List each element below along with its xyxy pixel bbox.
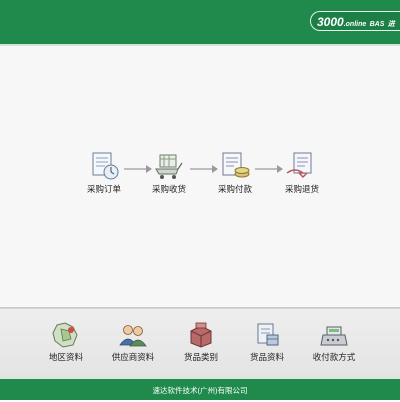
payment-method-icon	[320, 326, 348, 346]
toolbar-label: 供应商资料	[111, 352, 155, 362]
flow-label: 采购收货	[151, 184, 186, 194]
flow-label: 采购订单	[86, 184, 121, 194]
goods-data-icon	[257, 323, 279, 346]
toolbar-region-data[interactable]: 地区资料	[31, 321, 101, 363]
toolbar-payment-method[interactable]: 收付款方式	[299, 321, 369, 363]
brand-main: 3000	[317, 15, 344, 29]
flow-purchase-return[interactable]: 采购退货	[270, 151, 334, 195]
toolbar-supplier-data[interactable]: 供应商资料	[98, 321, 168, 363]
flow-label: 采购付款	[217, 184, 252, 194]
purchase-order-icon	[92, 152, 119, 180]
purchase-return-icon	[286, 152, 312, 178]
purchase-flow-panel: 采购订单 采购收货 采购付款 采购退货	[0, 46, 400, 308]
purchase-payment-icon	[222, 152, 250, 178]
region-data-icon	[52, 322, 78, 348]
brand-extra: 进	[387, 21, 395, 28]
goods-category-icon	[190, 322, 212, 348]
toolbar-goods-data[interactable]: 货品资料	[232, 321, 302, 363]
toolbar-label: 货品资料	[249, 352, 284, 362]
product-brand: 3000.online BAS 进	[310, 11, 400, 31]
header-bar: 3000.online BAS 进	[0, 0, 400, 46]
purchase-receiving-icon	[155, 154, 183, 179]
footer-bar: 速达软件技术(广州)有限公司	[0, 377, 400, 400]
company-name: 速达软件技术(广州)有限公司	[152, 386, 248, 395]
toolbar-label: 货品类别	[183, 352, 218, 362]
toolbar-label: 地区资料	[48, 352, 83, 362]
brand-bas: BAS	[369, 21, 385, 28]
supplier-data-icon	[119, 325, 147, 347]
toolbar-label: 收付款方式	[312, 352, 356, 362]
toolbar-goods-category[interactable]: 货品类别	[166, 321, 236, 363]
brand-sub: .online	[343, 21, 367, 28]
flow-label: 采购退货	[284, 184, 319, 194]
basic-data-toolbar: 地区资料 供应商资料 货品类别 货品资料 收付款方式	[0, 308, 400, 377]
